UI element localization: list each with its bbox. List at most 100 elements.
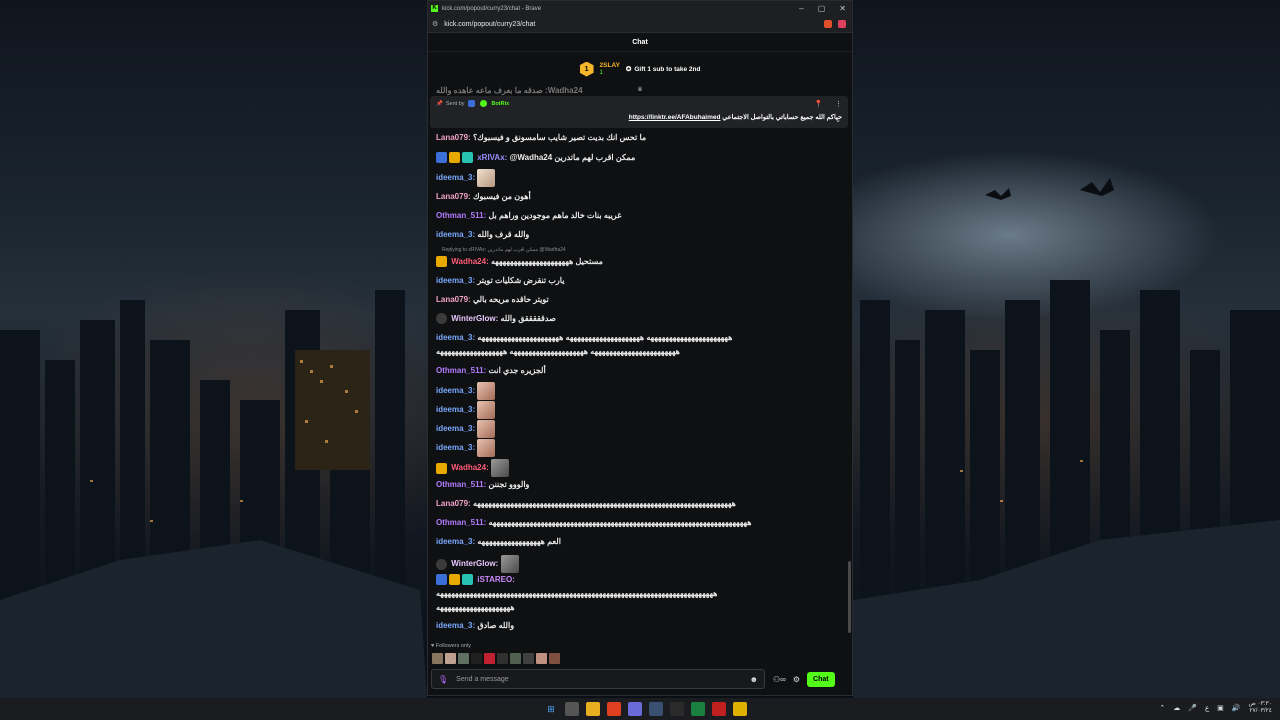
message-text: @Wadha24 ممكن اقرب لهم ماتدرين: [509, 153, 636, 162]
chat-username[interactable]: WinterGlow:: [451, 559, 498, 568]
message-text: والووو تجننن: [488, 480, 530, 489]
chat-username[interactable]: xRIVAx:: [477, 153, 507, 162]
chat-username[interactable]: iSTAREO:: [477, 575, 515, 584]
cloud-icon[interactable]: ☁: [1173, 704, 1180, 712]
chevron-up-icon[interactable]: ⌃: [1159, 704, 1165, 712]
chat-message: WinterGlow:: [436, 555, 832, 573]
more-options-icon[interactable]: ⋮: [835, 100, 842, 108]
file-explorer-icon[interactable]: [586, 702, 600, 716]
microphone-icon[interactable]: 🎤: [1188, 704, 1197, 712]
settings-gear-icon[interactable]: ⚙: [793, 675, 800, 684]
language-indicator[interactable]: ع: [1205, 704, 1209, 712]
chat-username[interactable]: Lana079:: [436, 192, 471, 201]
clock[interactable]: ٠٣:٣٠ ص ٢٧/٠٣/٢٤: [1249, 701, 1272, 715]
avatar[interactable]: [471, 653, 482, 664]
steam-icon[interactable]: [649, 702, 663, 716]
send-chat-button[interactable]: Chat: [807, 671, 835, 687]
chat-message: WinterGlow: صدقققققق والله: [436, 313, 832, 325]
chat-username[interactable]: Lana079:: [436, 133, 471, 142]
pinned-message[interactable]: 📌 Sent by BotRix حياكم الله جميع حساباتي…: [430, 96, 848, 128]
minimize-button[interactable]: –: [799, 4, 803, 13]
avatar[interactable]: [536, 653, 547, 664]
start-icon[interactable]: ⊞: [544, 702, 558, 716]
chat-username[interactable]: Othman_511:: [436, 211, 486, 220]
close-button[interactable]: ✕: [839, 4, 846, 13]
avatar[interactable]: [458, 653, 469, 664]
chat-username[interactable]: ideema_3:: [436, 333, 475, 342]
chat-username[interactable]: Wadha24:: [451, 257, 489, 266]
pinned-text: حياكم الله جميع حساباتي بالتواصل الاجتما…: [722, 114, 842, 121]
emote-icon: [477, 382, 496, 400]
pinned-sender[interactable]: BotRix: [492, 101, 510, 107]
chevron-down-icon[interactable]: ⌄: [835, 116, 841, 124]
chat-username[interactable]: ideema_3:: [436, 230, 475, 239]
app-icon[interactable]: [712, 702, 726, 716]
brave-rewards-icon[interactable]: [838, 20, 846, 28]
chat-message: ideema_3: يارب تنقرض شكليات تويتر: [436, 275, 832, 286]
partial-message: صدقه ما بعرف ماعه عاهده والله :Wadha24: [436, 86, 583, 95]
chat-username[interactable]: Othman_511:: [436, 518, 486, 527]
avatar[interactable]: [523, 653, 534, 664]
chat-username[interactable]: Othman_511:: [436, 480, 486, 489]
chat-username[interactable]: ideema_3:: [436, 386, 475, 395]
pinned-link[interactable]: https://linktr.ee/AFAbuhaimed: [629, 114, 721, 121]
chat-username[interactable]: ideema_3:: [436, 537, 475, 546]
message-text: والله قرف والله: [477, 230, 530, 239]
chat-username[interactable]: ideema_3:: [436, 173, 475, 182]
chat-message: Othman_511: ألجزيره جدي انت: [436, 365, 832, 376]
chat-username[interactable]: Othman_511:: [436, 366, 486, 375]
address-bar[interactable]: ⚙ kick.com/popout/curry23/chat: [428, 16, 852, 33]
chat-username[interactable]: Wadha24:: [451, 463, 489, 472]
task-view-icon[interactable]: [565, 702, 579, 716]
message-text: غريبه بنات خالد ماهم موجودين وراهم بل: [488, 211, 622, 220]
chat-username[interactable]: Lana079:: [436, 499, 471, 508]
chat-message: ideema_3: العم هههههههههههههههههه: [436, 536, 832, 547]
chat-placeholder[interactable]: Send a message: [456, 676, 509, 683]
url-text[interactable]: kick.com/popout/curry23/chat: [444, 21, 535, 28]
message-text: هههههههههههههههههههههههههههههههههههههههه…: [488, 518, 752, 527]
network-icon[interactable]: ▣: [1217, 704, 1224, 712]
gift-count: 1: [599, 70, 603, 76]
volume-icon[interactable]: 🔊: [1232, 704, 1241, 712]
chat-username[interactable]: ideema_3:: [436, 405, 475, 414]
avatar[interactable]: [510, 653, 521, 664]
chat-username[interactable]: ideema_3:: [436, 621, 475, 630]
chat-message: ideema_3:: [436, 401, 832, 419]
site-settings-icon[interactable]: ⚙: [432, 20, 438, 28]
maximize-button[interactable]: ▢: [818, 4, 826, 13]
avatar[interactable]: [497, 653, 508, 664]
crown-badge-icon: [449, 574, 460, 586]
avatar[interactable]: [432, 653, 443, 664]
chat-username[interactable]: ideema_3:: [436, 424, 475, 433]
chat-username[interactable]: ideema_3:: [436, 276, 475, 285]
brave-icon[interactable]: [607, 702, 621, 716]
brave-shields-icon[interactable]: [824, 20, 832, 28]
unpin-icon[interactable]: 📍: [814, 100, 823, 108]
chat-username[interactable]: Lana079:: [436, 295, 471, 304]
leader-username[interactable]: 2SLAY: [600, 62, 620, 69]
emoji-icon[interactable]: ☻: [750, 675, 758, 684]
chat-username[interactable]: ideema_3:: [436, 443, 475, 452]
bot-badge-icon: [479, 100, 487, 107]
gift-text: Gift 1 sub to take 2nd: [634, 65, 701, 73]
chat-username[interactable]: WinterGlow:: [451, 314, 498, 323]
excel-icon[interactable]: [691, 702, 705, 716]
viewer-avatars: [432, 653, 560, 664]
app-icon[interactable]: [670, 702, 684, 716]
chat-input[interactable]: 🎙 Send a message ☻: [431, 669, 765, 689]
leaderboard: 1 2SLAY 1 ✪ Gift 1 sub to take 2nd: [428, 52, 852, 86]
sent-by-label: Sent by: [445, 100, 465, 107]
avatar[interactable]: [549, 653, 560, 664]
discord-icon[interactable]: [628, 702, 642, 716]
chat-message: Lana079: تويتر حاقده مريحه بالي: [436, 294, 832, 305]
message-continuation: هههههههههههههههههههههههه ههههههههههههههه…: [436, 347, 680, 356]
avatar[interactable]: [445, 653, 456, 664]
gift-sub-prompt[interactable]: ✪ Gift 1 sub to take 2nd: [626, 65, 701, 74]
mic-icon[interactable]: 🎙: [438, 675, 448, 684]
app-icon[interactable]: [733, 702, 747, 716]
emote-icon: [477, 420, 496, 438]
verified-badge-icon: [436, 574, 447, 586]
points-icon[interactable]: ⚇∞: [773, 675, 786, 684]
chat-scrollbar[interactable]: [848, 561, 851, 633]
avatar[interactable]: [484, 653, 495, 664]
